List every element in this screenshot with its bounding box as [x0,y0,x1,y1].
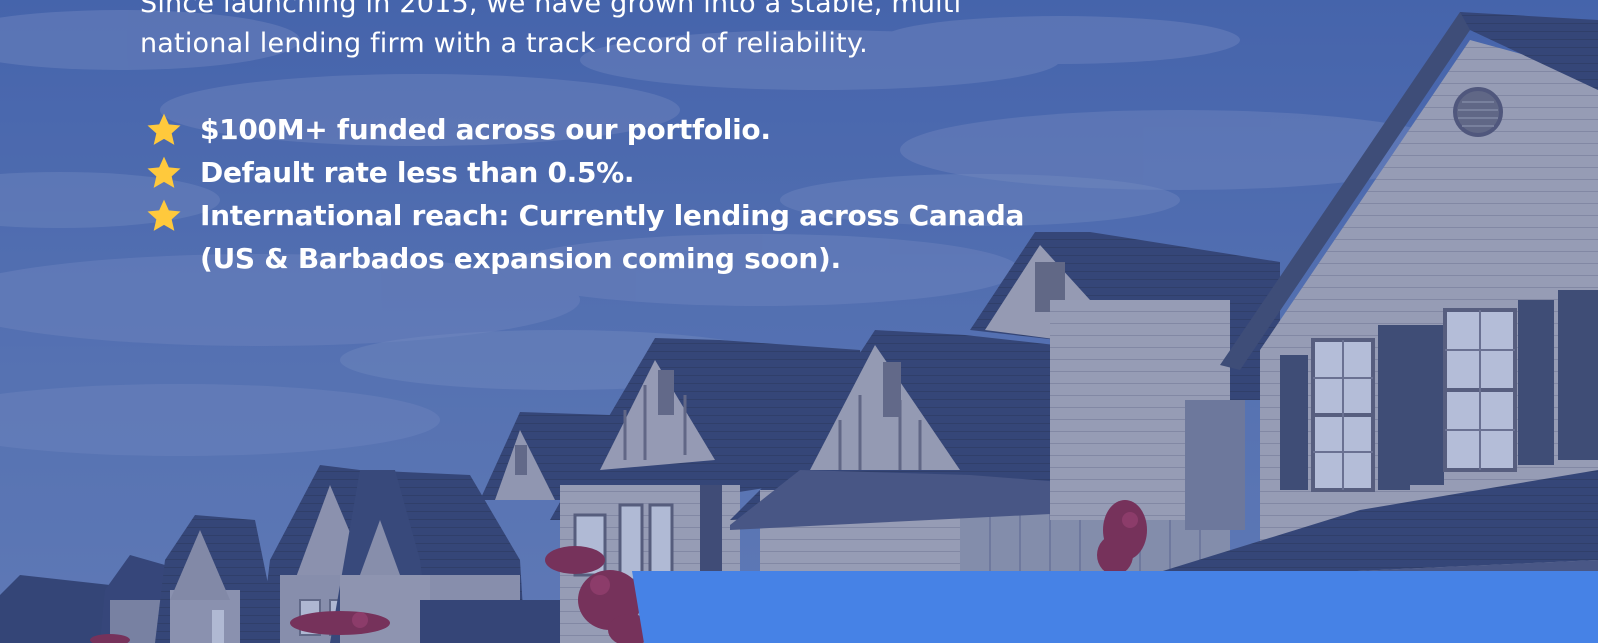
stat-item-default-rate: Default rate less than 0.5%. [140,151,1140,194]
star-icon [147,113,181,145]
blue-accent-band [632,571,1598,643]
stat-text: International reach: Currently lending a… [200,199,1025,232]
stat-text: Default rate less than 0.5%. [200,156,635,189]
stat-text-line-2: (US & Barbados expansion coming soon). [200,242,841,275]
stat-text: $100M+ funded across our portfolio. [200,113,771,146]
intro-paragraph: Since launching in 2015, we have grown i… [140,0,1140,64]
star-icon [147,199,181,231]
star-icon [147,156,181,188]
stats-list: $100M+ funded across our portfolio. Defa… [140,108,1140,280]
intro-line-1: Since launching in 2015, we have grown i… [140,0,962,19]
intro-line-2: national lending firm with a track recor… [140,28,868,59]
stat-item-funded: $100M+ funded across our portfolio. [140,108,1140,151]
hero-section: Since launching in 2015, we have grown i… [0,0,1598,643]
stat-item-international-reach: International reach: Currently lending a… [140,194,1140,280]
hero-content: Since launching in 2015, we have grown i… [140,0,1140,280]
